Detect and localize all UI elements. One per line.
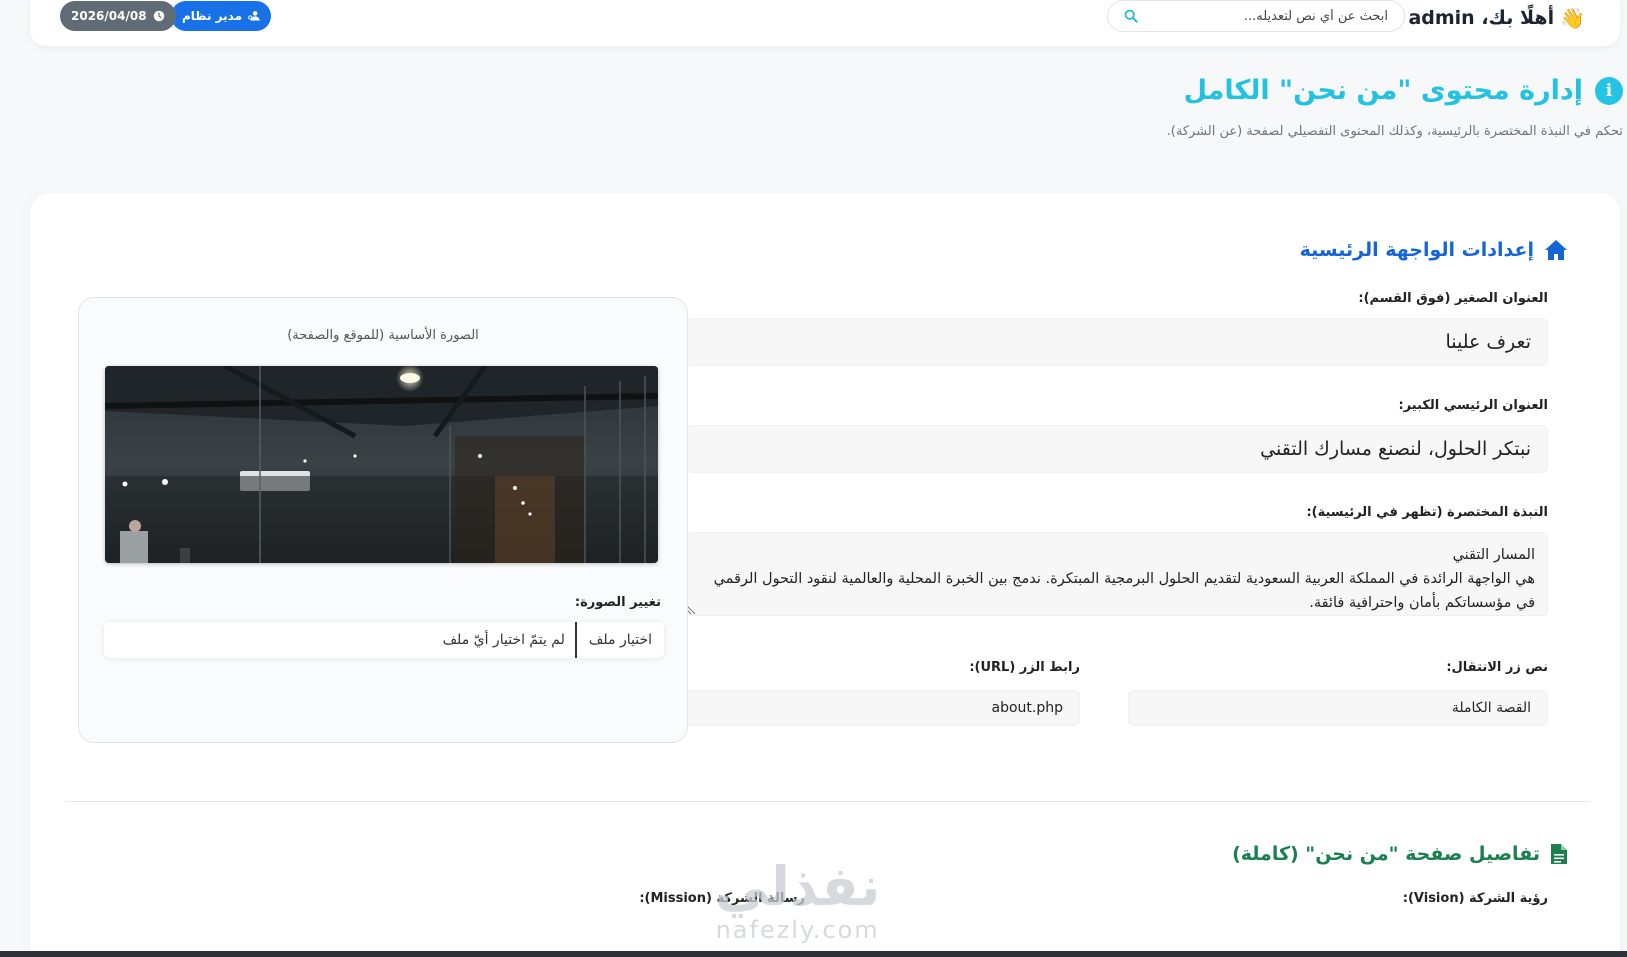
info-icon: i bbox=[1595, 76, 1623, 105]
change-image-label: تغيير الصورة: bbox=[574, 595, 661, 610]
button-text-input[interactable] bbox=[1128, 690, 1548, 726]
welcome-message: 👋 أهلًا بك، admin bbox=[1408, 5, 1585, 31]
small-title-label: العنوان الصغير (فوق القسم): bbox=[1358, 291, 1548, 306]
home-icon bbox=[1545, 240, 1567, 260]
welcome-text: أهلًا بك، admin bbox=[1408, 7, 1555, 29]
choose-file-button[interactable]: اختيار ملف bbox=[574, 622, 664, 658]
main-title-input[interactable] bbox=[686, 425, 1548, 473]
small-title-input[interactable] bbox=[686, 318, 1548, 366]
waving-hand-icon: 👋 bbox=[1560, 6, 1585, 30]
role-badge: مدير نظام bbox=[171, 1, 272, 31]
main-image bbox=[105, 366, 658, 563]
section-divider bbox=[65, 801, 1590, 802]
file-input[interactable]: اختيار ملف لم يتمّ اختيار أيّ ملف bbox=[104, 622, 664, 658]
top-bar: 👋 أهلًا بك، admin مدير نظام 2026/04/08 bbox=[30, 0, 1620, 46]
user-cog-icon bbox=[248, 11, 260, 21]
mission-label: رسالة الشركة (Mission): bbox=[639, 891, 805, 906]
date-badge: 2026/04/08 bbox=[60, 1, 176, 31]
search-box[interactable] bbox=[1107, 0, 1405, 32]
document-icon bbox=[1551, 844, 1567, 864]
image-panel: الصورة الأساسية (للموقع والصفحة) تغيير ا… bbox=[78, 297, 688, 743]
brief-label: النبذة المختصرة (تظهر في الرئيسية): bbox=[1306, 505, 1548, 520]
home-settings-title: إعدادات الواجهة الرئيسية bbox=[1299, 239, 1534, 261]
page-subtitle: تحكم في النبذة المختصرة بالرئيسية، وكذلك… bbox=[1166, 124, 1623, 139]
role-badge-text: مدير نظام bbox=[182, 9, 243, 23]
button-url-input[interactable] bbox=[660, 690, 1080, 726]
date-badge-text: 2026/04/08 bbox=[71, 9, 147, 23]
search-input[interactable] bbox=[1148, 8, 1388, 24]
page-details-title: تفاصيل صفحة "من نحن" (كاملة) bbox=[1232, 843, 1540, 865]
office-photo bbox=[105, 366, 658, 563]
main-title-label: العنوان الرئيسي الكبير: bbox=[1398, 398, 1548, 413]
bottom-bar bbox=[0, 951, 1627, 957]
search-icon[interactable] bbox=[1124, 9, 1138, 23]
image-caption: الصورة الأساسية (للموقع والصفحة) bbox=[287, 328, 479, 343]
button-url-label: رابط الزر (URL): bbox=[969, 660, 1080, 675]
vision-label: رؤية الشركة (Vision): bbox=[1402, 891, 1548, 906]
page-details-header: تفاصيل صفحة "من نحن" (كاملة) bbox=[1232, 843, 1568, 865]
clock-icon bbox=[153, 10, 164, 22]
page-title: إدارة محتوى "من نحن" الكامل bbox=[1183, 75, 1583, 106]
file-status: لم يتمّ اختيار أيّ ملف bbox=[442, 632, 565, 648]
home-settings-header: إعدادات الواجهة الرئيسية bbox=[1300, 239, 1568, 261]
page-header: i إدارة محتوى "من نحن" الكامل bbox=[1184, 75, 1623, 106]
content-card: إعدادات الواجهة الرئيسية العنوان الصغير … bbox=[30, 193, 1620, 957]
button-text-label: نص زر الانتقال: bbox=[1446, 660, 1548, 675]
brief-textarea[interactable]: المسار التقني هي الواجهة الرائدة في المم… bbox=[686, 532, 1548, 616]
